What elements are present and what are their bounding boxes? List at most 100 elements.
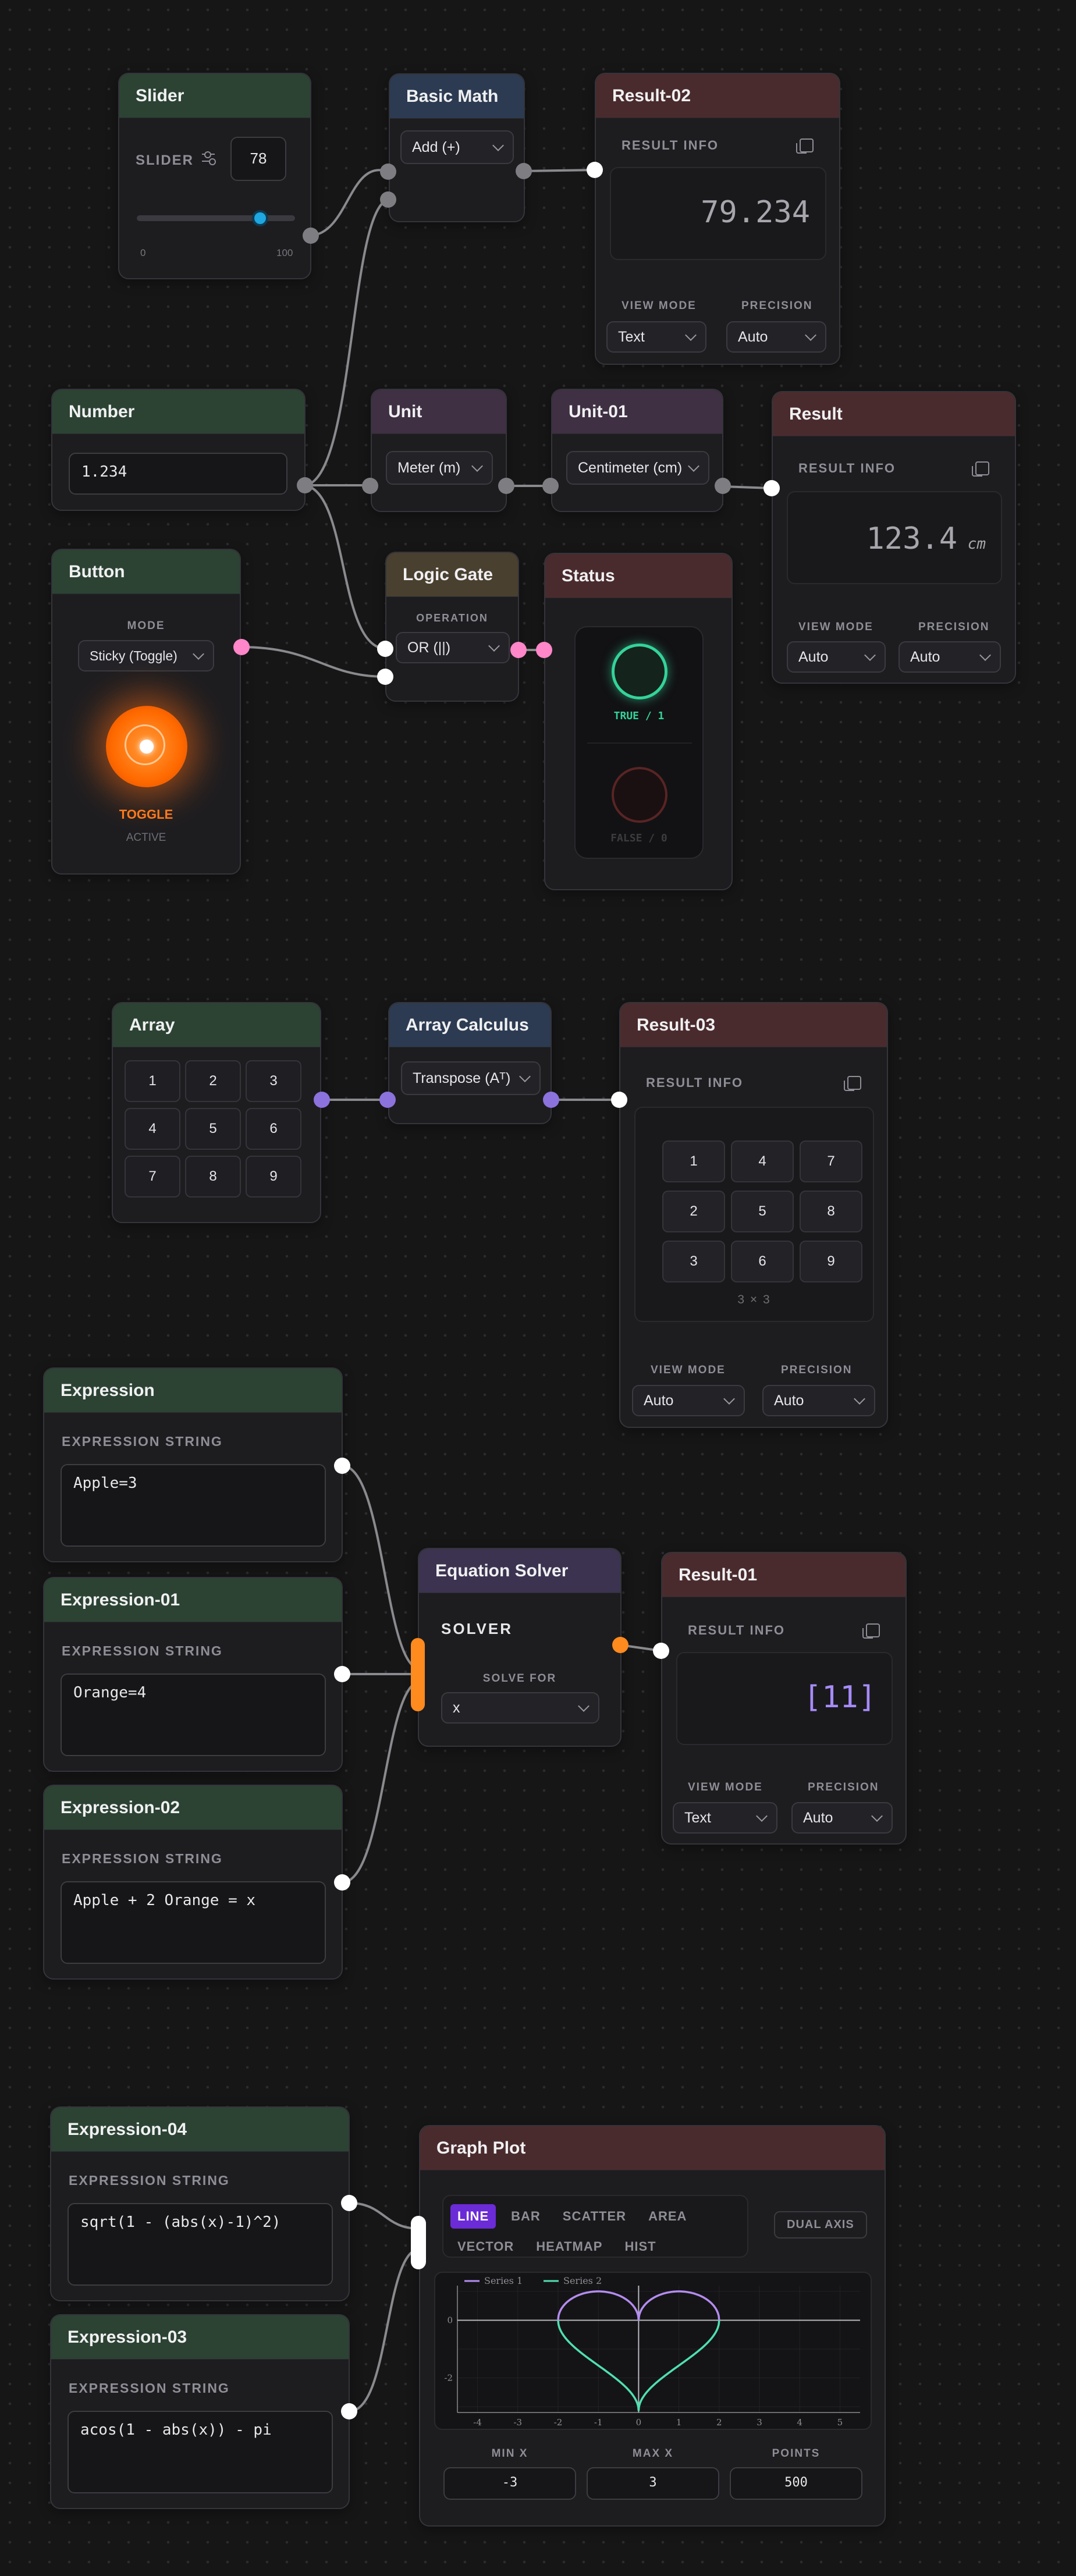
solver-output-port[interactable] — [612, 1637, 628, 1653]
view-mode-select[interactable]: Text — [673, 1802, 777, 1834]
unit-select[interactable]: Meter (m) — [386, 451, 493, 485]
expression01-output-port[interactable] — [334, 1666, 350, 1682]
slider-node[interactable]: Slider SLIDER 78 0 100 — [118, 73, 311, 279]
min-x-input[interactable]: -3 — [443, 2467, 576, 2500]
view-mode-select[interactable]: Auto — [787, 641, 886, 673]
calc-output-port[interactable] — [543, 1092, 559, 1108]
result-display: 123.4 cm — [787, 491, 1002, 584]
toggle-button[interactable] — [106, 706, 187, 787]
operation-select[interactable]: Add (+) — [400, 130, 514, 164]
precision-select[interactable]: Auto — [762, 1385, 875, 1416]
expression-label: EXPRESSION STRING — [62, 1851, 223, 1866]
result03-input-port[interactable] — [611, 1092, 627, 1108]
tab-hist[interactable]: HIST — [617, 2234, 663, 2259]
solver-multi-input-port[interactable] — [411, 1638, 425, 1711]
slider-max-label: 100 — [276, 247, 293, 258]
button-node[interactable]: Button MODE Sticky (Toggle) TOGGLE ACTIV… — [51, 549, 241, 875]
unit01-select[interactable]: Centimeter (cm) — [566, 451, 709, 485]
precision-select[interactable]: Auto — [899, 641, 1001, 673]
tab-vector[interactable]: VECTOR — [450, 2234, 521, 2259]
unit-node[interactable]: Unit Meter (m) — [371, 389, 507, 512]
result01-input-port[interactable] — [653, 1643, 669, 1659]
tab-area[interactable]: AREA — [641, 2204, 694, 2229]
basic-math-node[interactable]: Basic Math Add (+) — [389, 73, 525, 222]
unit01-node[interactable]: Unit-01 Centimeter (cm) — [551, 389, 723, 512]
copy-icon[interactable] — [844, 1076, 861, 1091]
expression-input[interactable]: acos(1 - abs(x)) - pi — [68, 2411, 333, 2493]
expression-input[interactable]: Apple=3 — [61, 1464, 326, 1547]
slider-track[interactable] — [137, 215, 295, 221]
slider-output-port[interactable] — [303, 228, 319, 244]
tab-scatter[interactable]: SCATTER — [556, 2204, 633, 2229]
points-input[interactable]: 500 — [730, 2467, 862, 2500]
unit-output-port[interactable] — [498, 478, 514, 494]
expression-input[interactable]: sqrt(1 - (abs(x)-1)^2) — [68, 2203, 333, 2286]
result02-node[interactable]: Result-02 RESULT INFO 79.234 VIEW MODE P… — [595, 73, 840, 365]
tab-line[interactable]: LINE — [450, 2204, 496, 2229]
tab-heatmap[interactable]: HEATMAP — [529, 2234, 609, 2259]
true-indicator — [612, 644, 667, 699]
math-input-b-port[interactable] — [380, 191, 396, 208]
expression-input[interactable]: Orange=4 — [61, 1673, 326, 1756]
copy-icon[interactable] — [972, 461, 989, 477]
math-output-port[interactable] — [516, 163, 532, 179]
graph-multi-input-port[interactable] — [411, 2216, 426, 2269]
array-operation-select[interactable]: Transpose (Aᵀ) — [401, 1061, 541, 1095]
math-input-a-port[interactable] — [380, 164, 396, 180]
number-input[interactable]: 1.234 — [69, 453, 287, 495]
slider-settings-icon[interactable] — [201, 151, 217, 166]
logic-input-a-port[interactable] — [377, 641, 393, 657]
array-calculus-node[interactable]: Array Calculus Transpose (Aᵀ) — [388, 1002, 552, 1124]
expression02-output-port[interactable] — [334, 1874, 350, 1891]
operation-value: OR (||) — [407, 639, 451, 656]
view-mode-select[interactable]: Auto — [632, 1385, 745, 1416]
result-input-port[interactable] — [764, 480, 780, 496]
dual-axis-button[interactable]: DUAL AXIS — [774, 2211, 867, 2239]
mode-select[interactable]: Sticky (Toggle) — [78, 640, 214, 671]
logic-gate-node[interactable]: Logic Gate OPERATION OR (||) — [385, 552, 519, 702]
operation-label: OPERATION — [416, 612, 488, 624]
expression-input[interactable]: Apple + 2 Orange = x — [61, 1881, 326, 1964]
expression04-node[interactable]: Expression-04 EXPRESSION STRING sqrt(1 -… — [50, 2106, 350, 2301]
array-node[interactable]: Array 123 456 789 — [112, 1002, 321, 1223]
precision-select[interactable]: Auto — [791, 1802, 893, 1834]
logic-input-b-port[interactable] — [377, 669, 393, 685]
copy-icon[interactable] — [796, 138, 814, 154]
matrix-cell: 2 — [662, 1191, 725, 1232]
array-output-port[interactable] — [314, 1092, 330, 1108]
unit-input-port[interactable] — [362, 478, 378, 494]
result03-node[interactable]: Result-03 RESULT INFO 147 258 369 3 × 3 VI… — [619, 1002, 888, 1428]
calc-input-port[interactable] — [379, 1092, 396, 1108]
expression01-node[interactable]: Expression-01 EXPRESSION STRING Orange=4 — [43, 1577, 343, 1772]
logic-output-port[interactable] — [510, 642, 527, 658]
unit01-output-port[interactable] — [715, 478, 731, 494]
tab-bar[interactable]: BAR — [504, 2204, 548, 2229]
equation-solver-node[interactable]: Equation Solver SOLVER SOLVE FOR x — [418, 1548, 622, 1747]
result-node[interactable]: Result RESULT INFO 123.4 cm VIEW MODE PR… — [772, 391, 1016, 684]
expression04-output-port[interactable] — [341, 2195, 357, 2211]
expression-node[interactable]: Expression EXPRESSION STRING Apple=3 — [43, 1367, 343, 1562]
logic-operation-select[interactable]: OR (||) — [396, 632, 510, 663]
view-mode-select[interactable]: Text — [606, 321, 706, 353]
result02-input-port[interactable] — [587, 162, 603, 178]
solve-for-select[interactable]: x — [441, 1692, 599, 1724]
number-node[interactable]: Number 1.234 — [51, 389, 306, 511]
view-mode-value: Auto — [644, 1392, 674, 1409]
slider-thumb[interactable] — [252, 210, 269, 226]
max-x-input[interactable]: 3 — [587, 2467, 719, 2500]
status-input-port[interactable] — [536, 642, 552, 658]
expression03-node[interactable]: Expression-03 EXPRESSION STRING acos(1 -… — [50, 2314, 350, 2509]
slider-value-input[interactable]: 78 — [230, 137, 286, 181]
copy-icon[interactable] — [862, 1623, 880, 1639]
expression-output-port[interactable] — [334, 1458, 350, 1474]
status-node[interactable]: Status TRUE / 1 FALSE / 0 — [544, 553, 733, 890]
number-output-port[interactable] — [297, 477, 313, 493]
button-output-port[interactable] — [233, 639, 250, 655]
unit01-input-port[interactable] — [542, 478, 559, 494]
expression03-output-port[interactable] — [341, 2403, 357, 2419]
expression02-node[interactable]: Expression-02 EXPRESSION STRING Apple + … — [43, 1785, 343, 1980]
result01-node[interactable]: Result-01 RESULT INFO [11] VIEW MODE PRE… — [661, 1552, 907, 1845]
graph-plot-node[interactable]: Graph Plot LINE BAR SCATTER AREA VECTOR HEATM… — [419, 2125, 886, 2527]
precision-select[interactable]: Auto — [726, 321, 826, 353]
view-mode-label: VIEW MODE — [798, 621, 873, 633]
